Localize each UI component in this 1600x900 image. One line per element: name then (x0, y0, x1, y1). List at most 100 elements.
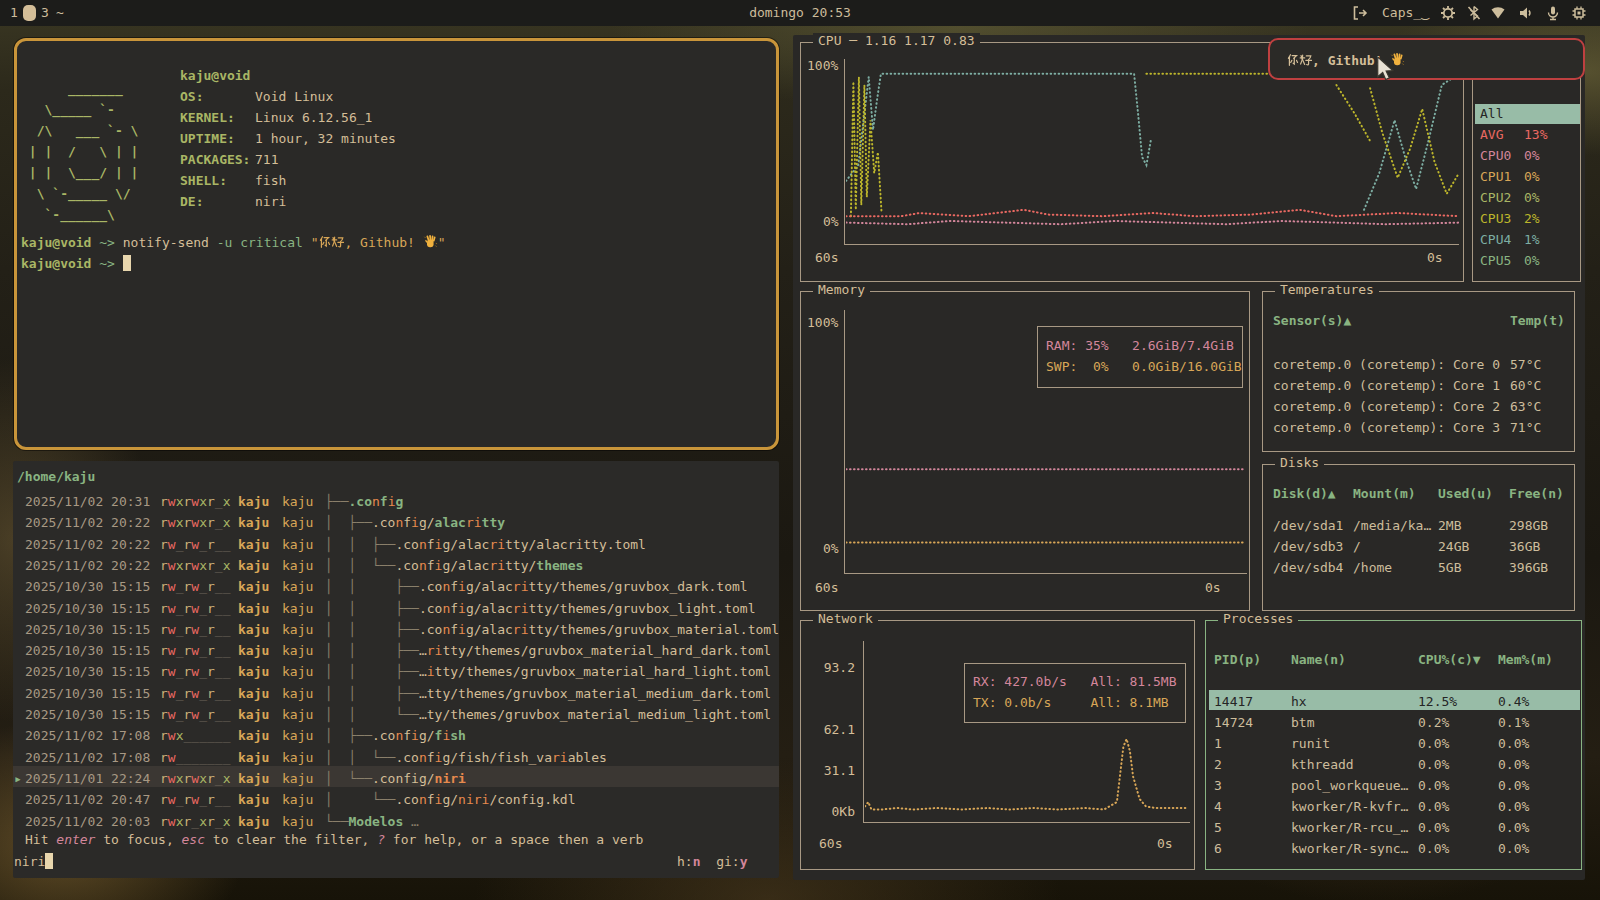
file-group: kaju (282, 704, 313, 725)
processes-panel[interactable]: Processes PID(p)Name(n)CPU%(c)▼Mem%(m) 1… (1205, 620, 1582, 870)
file-row[interactable]: 2025/11/02 20:22rwxrwxr_xkajukaju│ │ └──… (13, 555, 779, 576)
disks-panel-title: Disks (1275, 455, 1324, 470)
file-owner: kaju (238, 747, 269, 768)
process-cell: kworker/R-rcu_… (1291, 817, 1408, 838)
cpu-legend-item[interactable]: CPU00% (1475, 146, 1580, 166)
sensor-name: coretemp.0 (coretemp): Core 0 (1273, 354, 1500, 375)
cpu-legend-item[interactable]: All (1475, 104, 1580, 124)
disk-row[interactable]: /dev/sda1/media/ka…2MB298GB (1263, 515, 1574, 536)
disk-col-header[interactable]: Mount(m) (1353, 483, 1416, 504)
process-row[interactable]: 5kworker/R-rcu_…0.0%0.0% (1206, 817, 1581, 838)
network-panel[interactable]: Network 93.262.131.10Kb 60s 0s RX: 427.0… (800, 620, 1195, 870)
file-tree-entry[interactable]: │ └──.config/niri/config.kdl (325, 789, 575, 810)
terminal-window[interactable]: _______ \_____ `- /\ ___ `- \ | | / \ | … (14, 38, 779, 450)
mem-y-min: 0% (823, 538, 839, 559)
file-date: 2025/11/01 22:24 (25, 768, 150, 789)
file-row[interactable]: 2025/10/30 15:15rw_rw_r__kajukaju│ │ ├──… (13, 661, 779, 682)
cpu-legend-item[interactable]: AVG13% (1475, 125, 1580, 145)
disk-row[interactable]: /dev/sdb3/24GB36GB (1263, 536, 1574, 557)
file-row[interactable]: 2025/10/30 15:15rw_rw_r__kajukaju│ │ ├──… (13, 640, 779, 661)
cpu-x-left: 60s (815, 247, 838, 268)
file-perms: rw_rw_r__ (160, 683, 230, 704)
file-row[interactable]: 2025/11/02 17:08rw_______kajukaju│ │ └──… (13, 747, 779, 768)
notification-popup[interactable]: , Github! (1268, 38, 1585, 80)
temperature-row[interactable]: coretemp.0 (coretemp): Core 371°C (1263, 417, 1574, 438)
volume-icon[interactable] (1518, 5, 1534, 21)
process-col-header[interactable]: Name(n) (1291, 649, 1346, 670)
file-tree-entry[interactable]: │ │ ├──.config/alacritty/themes/gruvbox_… (325, 619, 779, 640)
logout-icon[interactable] (1352, 5, 1368, 21)
cpu-legend-item[interactable]: CPU50% (1475, 251, 1580, 271)
mem-x-right: 0s (1205, 577, 1221, 598)
process-row[interactable]: 6kworker/R-sync…0.0%0.0% (1206, 838, 1581, 859)
file-row[interactable]: 2025/11/02 20:31rwxrwxr_xkajukaju├──.con… (13, 491, 779, 512)
file-row[interactable]: 2025/11/01 22:24rwxrwxr_xkajukaju│ └──.c… (13, 768, 779, 789)
file-row[interactable]: 2025/10/30 15:15rw_rw_r__kajukaju│ │ ├──… (13, 619, 779, 640)
file-owner: kaju (238, 704, 269, 725)
gear-icon[interactable] (1440, 5, 1456, 21)
file-tree-entry[interactable]: │ ├──.config/alacritty (325, 512, 505, 533)
temperatures-panel[interactable]: Temperatures Sensor(s)▲ Temp(t) coretemp… (1262, 291, 1575, 452)
process-col-header[interactable]: PID(p) (1214, 649, 1261, 670)
chip-icon[interactable] (1571, 5, 1587, 21)
workspace-2-active-indicator[interactable] (23, 5, 36, 21)
file-manager-window[interactable]: /home/kaju 2025/11/02 20:31rwxrwxr_xkaju… (13, 461, 779, 878)
temperature-row[interactable]: coretemp.0 (coretemp): Core 263°C (1263, 396, 1574, 417)
process-col-header[interactable]: Mem%(m) (1498, 649, 1553, 670)
process-row[interactable]: 2kthreadd0.0%0.0% (1206, 754, 1581, 775)
file-row[interactable]: 2025/11/02 20:47rw_rw_r__kajukaju│ └──.c… (13, 789, 779, 810)
file-row[interactable]: 2025/11/02 20:22rw_rw_r__kajukaju│ │ ├──… (13, 534, 779, 555)
file-row[interactable]: 2025/11/02 20:22rwxrwxr_xkajukaju│ ├──.c… (13, 512, 779, 533)
file-row[interactable]: 2025/10/30 15:15rw_rw_r__kajukaju│ │ └──… (13, 704, 779, 725)
cpu-legend-item[interactable]: CPU41% (1475, 230, 1580, 250)
bluetooth-off-icon[interactable] (1466, 5, 1482, 21)
wifi-icon[interactable] (1490, 5, 1506, 21)
process-row[interactable]: 1runit0.0%0.0% (1206, 733, 1581, 754)
shell-prompt[interactable]: kaju@void ~> (21, 253, 131, 274)
file-date: 2025/11/02 20:47 (25, 789, 150, 810)
file-tree-entry[interactable]: │ │ └──.config/alacritty/themes (325, 555, 583, 576)
file-row[interactable]: 2025/10/30 15:15rw_rw_r__kajukaju│ │ ├──… (13, 598, 779, 619)
temp-col-temp[interactable]: Temp(t) (1510, 310, 1565, 331)
process-col-header[interactable]: CPU%(c)▼ (1418, 649, 1481, 670)
disk-col-header[interactable]: Disk(d)▲ (1273, 483, 1336, 504)
fastfetch-row: KERNEL:Linux 6.12.56_1 (180, 107, 396, 128)
workspace-1[interactable]: 1 (10, 4, 18, 22)
file-row[interactable]: 2025/11/02 17:08rwx______kajukaju│ ├──.c… (13, 725, 779, 746)
file-tree-entry[interactable]: ├──.config (325, 491, 403, 512)
file-tree-entry[interactable]: │ │ ├──…itty/themes/gruvbox_material_har… (325, 661, 771, 682)
cpu-legend-item[interactable]: CPU10% (1475, 167, 1580, 187)
temperature-row[interactable]: coretemp.0 (coretemp): Core 160°C (1263, 375, 1574, 396)
disk-col-header[interactable]: Used(u) (1438, 483, 1493, 504)
microphone-icon[interactable] (1545, 5, 1561, 21)
filter-input[interactable]: niri (14, 851, 53, 872)
net-y-label: 93.2 (815, 657, 855, 678)
disk-row[interactable]: /dev/sdb4/home5GB396GB (1263, 557, 1574, 578)
file-tree-entry[interactable]: │ └──.config/niri (325, 768, 466, 789)
disks-panel[interactable]: Disks Disk(d)▲Mount(m)Used(u)Free(n) /de… (1262, 464, 1575, 611)
cpu-legend-item[interactable]: CPU20% (1475, 188, 1580, 208)
file-row[interactable]: 2025/10/30 15:15rw_rw_r__kajukaju│ │ ├──… (13, 576, 779, 597)
file-tree-entry[interactable]: │ │ ├──…tty/themes/gruvbox_material_medi… (325, 683, 771, 704)
file-tree-entry[interactable]: │ │ ├──.config/alacritty/alacritty.toml (325, 534, 646, 555)
file-perms: rwxrwxr_x (160, 491, 230, 512)
cpu-legend-item[interactable]: CPU32% (1475, 209, 1580, 229)
file-tree-entry[interactable]: │ │ ├──.config/alacritty/themes/gruvbox_… (325, 598, 756, 619)
file-perms: rw_rw_r__ (160, 789, 230, 810)
system-monitor-window[interactable]: CPU ─ 1.16 1.17 0.83 100% 0% 60s 0s AllA… (793, 35, 1585, 880)
file-row[interactable]: 2025/10/30 15:15rw_rw_r__kajukaju│ │ ├──… (13, 683, 779, 704)
file-tree-entry[interactable]: │ │ ├──.config/alacritty/themes/gruvbox_… (325, 576, 748, 597)
temp-col-sensor[interactable]: Sensor(s)▲ (1273, 310, 1351, 331)
memory-panel[interactable]: Memory 100% 0% 60s 0s RAM: 35% 2.6GiB/7.… (800, 291, 1250, 611)
process-row[interactable]: 14417hx12.5%0.4% (1206, 691, 1581, 712)
file-tree-entry[interactable]: │ │ └──…ty/themes/gruvbox_material_mediu… (325, 704, 771, 725)
file-tree-entry[interactable]: │ │ ├──…ritty/themes/gruvbox_material_ha… (325, 640, 771, 661)
process-row[interactable]: 3pool_workqueue…0.0%0.0% (1206, 775, 1581, 796)
file-tree-entry[interactable]: │ ├──.config/fish (325, 725, 466, 746)
process-row[interactable]: 14724btm0.2%0.1% (1206, 712, 1581, 733)
process-row[interactable]: 4kworker/R-kvfr…0.0%0.0% (1206, 796, 1581, 817)
temperature-row[interactable]: coretemp.0 (coretemp): Core 057°C (1263, 354, 1574, 375)
file-tree-entry[interactable]: │ │ └──.config/fish/fish_variables (325, 747, 607, 768)
workspace-3[interactable]: 3 (41, 4, 49, 22)
disk-col-header[interactable]: Free(n) (1509, 483, 1564, 504)
